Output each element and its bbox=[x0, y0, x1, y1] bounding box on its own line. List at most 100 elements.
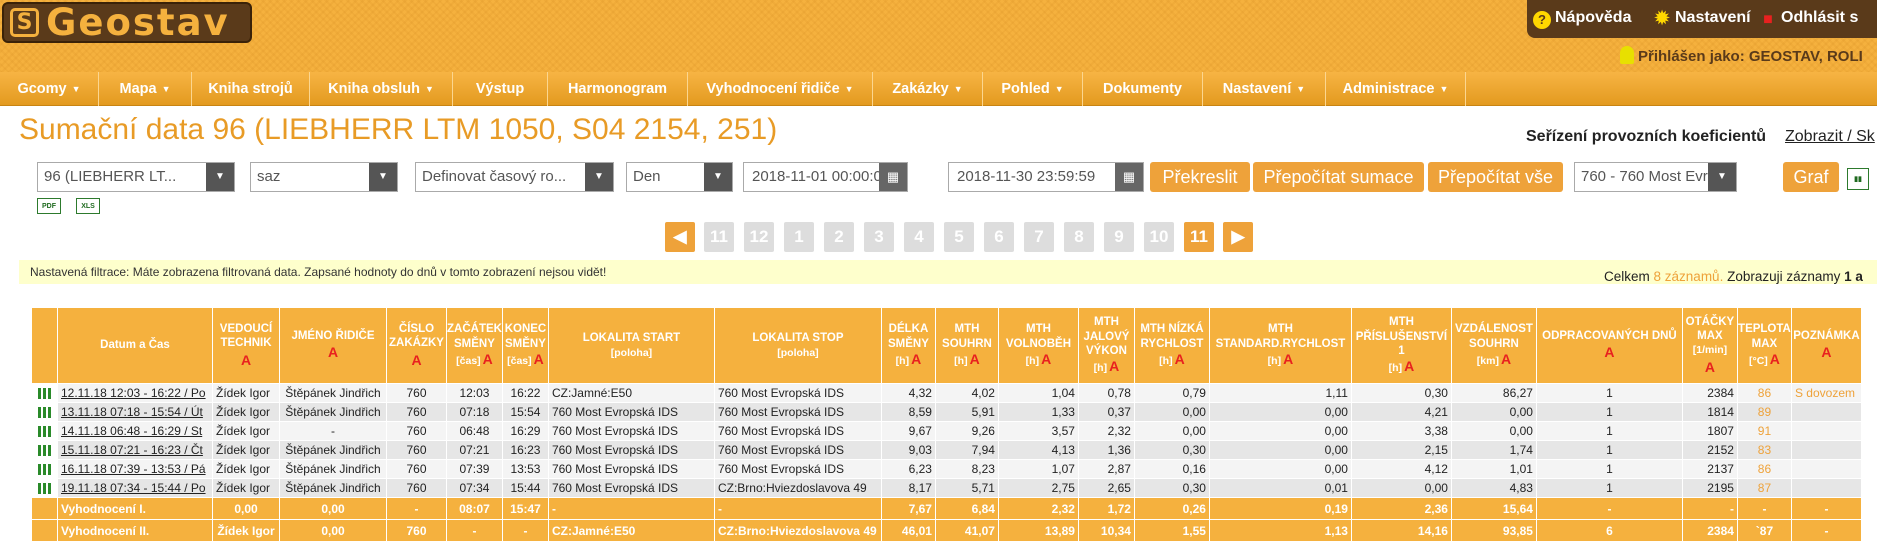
alarm-icon[interactable]: A bbox=[1501, 351, 1511, 367]
page-button[interactable]: 8 bbox=[1064, 222, 1094, 252]
row-chart-cell[interactable] bbox=[31, 421, 58, 441]
redraw-button[interactable]: Překreslit bbox=[1150, 162, 1250, 192]
row-chart-cell[interactable] bbox=[31, 440, 58, 460]
menu-item-pohled[interactable]: Pohled ▼ bbox=[983, 72, 1083, 106]
prev-page-button[interactable]: ◀ bbox=[665, 222, 695, 252]
header-cell[interactable]: OTÁČKY MAX [1/min] A bbox=[1681, 307, 1738, 384]
date-time-link[interactable]: 16.11.18 07:39 - 13:53 / Pá bbox=[57, 459, 213, 479]
page-button[interactable]: 11 bbox=[704, 222, 734, 252]
date-time-link[interactable]: 14.11.18 06:48 - 16:29 / St bbox=[57, 421, 213, 441]
bar-chart-icon[interactable] bbox=[38, 426, 51, 438]
row-chart-cell[interactable] bbox=[31, 459, 58, 479]
alarm-icon[interactable]: A bbox=[534, 351, 544, 367]
table-row[interactable]: 12.11.18 12:03 - 16:22 / Po Žídek Igor Ště… bbox=[31, 383, 1862, 403]
koeficienty-link[interactable]: Zobrazit / Sk bbox=[1785, 128, 1875, 146]
row-chart-cell[interactable] bbox=[31, 383, 58, 403]
geostav-logo[interactable]: S Geostav bbox=[2, 2, 252, 43]
alarm-icon[interactable]: A bbox=[1770, 351, 1780, 367]
alarm-icon[interactable]: A bbox=[1683, 359, 1737, 377]
alarm-icon[interactable]: A bbox=[970, 351, 980, 367]
menu-item-gcomy[interactable]: Gcomy ▼ bbox=[0, 72, 99, 106]
alarm-icon[interactable]: A bbox=[1175, 351, 1185, 367]
menu-item-nastaveni[interactable]: Nastavení ▼ bbox=[1203, 72, 1326, 106]
page-button[interactable]: 7 bbox=[1024, 222, 1054, 252]
header-cell[interactable]: VEDOUCÍ TECHNIK A bbox=[212, 307, 280, 384]
page-button[interactable]: 6 bbox=[984, 222, 1014, 252]
date-time-link[interactable]: 19.11.18 07:34 - 15:44 / Po bbox=[57, 478, 213, 498]
page-button[interactable]: 3 bbox=[864, 222, 894, 252]
header-cell[interactable]: MTH VOLNOBĚH [h] A bbox=[997, 307, 1079, 384]
alarm-icon[interactable]: A bbox=[213, 352, 279, 370]
header-cell[interactable]: DÉLKA SMĚNY [h] A bbox=[880, 307, 936, 384]
help-link[interactable]: ? Nápověda bbox=[1533, 9, 1631, 29]
logout-link[interactable]: ■ Odhlásit s bbox=[1759, 9, 1858, 29]
driver-select[interactable]: saz ▼ bbox=[250, 162, 398, 192]
table-row[interactable]: 19.11.18 07:34 - 15:44 / Po Žídek Igor Ště… bbox=[31, 478, 1862, 498]
header-cell[interactable]: ČÍSLO ZAKÁZKY A bbox=[386, 307, 447, 384]
page-button[interactable]: 2 bbox=[824, 222, 854, 252]
alarm-icon[interactable]: A bbox=[911, 351, 921, 367]
row-chart-cell[interactable] bbox=[31, 402, 58, 422]
header-cell[interactable]: VZDÁLENOST SOUHRN [km] A bbox=[1450, 307, 1537, 384]
header-cell[interactable]: LOKALITA STOP [poloha] bbox=[713, 307, 882, 384]
table-row[interactable]: 14.11.18 06:48 - 16:29 / St Žídek Igor -76… bbox=[31, 421, 1862, 441]
menu-item-zakazky[interactable]: Zakázky ▼ bbox=[873, 72, 983, 106]
header-cell[interactable]: Datum a Čas bbox=[57, 307, 213, 384]
recalc-all-button[interactable]: Přepočítat vše bbox=[1428, 162, 1563, 192]
date-from-field[interactable]: 2018-11-01 00:00:00 ▦ bbox=[743, 162, 908, 192]
pdf-export-icon[interactable]: PDF bbox=[37, 198, 61, 214]
menu-item-mapa[interactable]: Mapa ▼ bbox=[99, 72, 192, 106]
date-to-field[interactable]: 2018-11-30 23:59:59 ▦ bbox=[948, 162, 1144, 192]
page-button[interactable]: 4 bbox=[904, 222, 934, 252]
menu-item-administrace[interactable]: Administrace ▼ bbox=[1326, 72, 1466, 106]
menu-item-kniha-obsluh[interactable]: Kniha obsluh ▼ bbox=[310, 72, 453, 106]
alarm-icon[interactable]: A bbox=[280, 344, 386, 362]
header-cell[interactable]: MTH NÍZKÁ RYCHLOST [h] A bbox=[1133, 307, 1210, 384]
alarm-icon[interactable]: A bbox=[1109, 358, 1119, 374]
date-time-link[interactable]: 13.11.18 07:18 - 15:54 / Út bbox=[57, 402, 213, 422]
header-cell[interactable]: MTH JALOVÝ VÝKON [h] A bbox=[1077, 307, 1135, 384]
table-row[interactable]: 15.11.18 07:21 - 16:23 / Čt Žídek Igor Ště… bbox=[31, 440, 1862, 460]
header-cell[interactable]: POZNÁMKA A bbox=[1790, 307, 1862, 384]
header-cell[interactable]: MTH SOUHRN [h] A bbox=[934, 307, 999, 384]
page-button[interactable]: 1 bbox=[784, 222, 814, 252]
menu-item-vyhodnoceni-ridice[interactable]: Vyhodnocení řidiče ▼ bbox=[688, 72, 873, 106]
menu-item-kniha-stroju[interactable]: Kniha strojů bbox=[192, 72, 310, 106]
header-cell[interactable]: TEPLOTA MAX [°C] A bbox=[1736, 307, 1792, 384]
next-page-button[interactable]: ▶ bbox=[1223, 222, 1253, 252]
bar-chart-icon[interactable] bbox=[38, 407, 51, 419]
bar-chart-icon[interactable] bbox=[38, 483, 51, 495]
date-time-link[interactable]: 12.11.18 12:03 - 16:22 / Po bbox=[57, 383, 213, 403]
alarm-icon[interactable]: A bbox=[387, 352, 446, 370]
menu-item-harmonogram[interactable]: Harmonogram bbox=[548, 72, 688, 106]
location-select[interactable]: 760 - 760 Most Evro... ▼ bbox=[1574, 162, 1737, 192]
table-row[interactable]: 16.11.18 07:39 - 13:53 / Pá Žídek Igor Ště… bbox=[31, 459, 1862, 479]
granularity-select[interactable]: Den ▼ bbox=[626, 162, 733, 192]
recalc-sums-button[interactable]: Přepočítat sumace bbox=[1253, 162, 1424, 192]
header-cell[interactable]: LOKALITA START [poloha] bbox=[547, 307, 715, 384]
bar-chart-icon[interactable] bbox=[38, 464, 51, 476]
alarm-icon[interactable]: A bbox=[483, 351, 493, 367]
menu-item-vystup[interactable]: Výstup bbox=[453, 72, 548, 106]
header-cell[interactable]: ZAČÁTEK SMĚNY [čas] A bbox=[446, 307, 503, 384]
header-cell[interactable]: ODPRACOVANÝCH DNŮ A bbox=[1535, 307, 1683, 384]
table-row[interactable]: 13.11.18 07:18 - 15:54 / Út Žídek Igor Ště… bbox=[31, 402, 1862, 422]
page-button[interactable]: 12 bbox=[744, 222, 774, 252]
page-button-active[interactable]: 11 bbox=[1184, 222, 1214, 252]
menu-item-dokumenty[interactable]: Dokumenty bbox=[1083, 72, 1203, 106]
page-button[interactable]: 10 bbox=[1144, 222, 1174, 252]
row-chart-cell[interactable] bbox=[31, 478, 58, 498]
page-button[interactable]: 9 bbox=[1104, 222, 1134, 252]
header-cell[interactable]: MTH STANDARD.RYCHLOST [h] A bbox=[1208, 307, 1352, 384]
header-cell[interactable]: MTH PŘÍSLUŠENSTVÍ 1 [h] A bbox=[1350, 307, 1452, 384]
graph-button[interactable]: Graf bbox=[1783, 162, 1839, 192]
calendar-icon[interactable]: ▦ bbox=[879, 163, 907, 191]
chart-export-icon[interactable]: ▮▮ bbox=[1847, 168, 1869, 190]
bar-chart-icon[interactable] bbox=[38, 445, 51, 457]
alarm-icon[interactable]: A bbox=[1404, 358, 1414, 374]
bar-chart-icon[interactable] bbox=[38, 388, 51, 400]
header-cell[interactable]: KONEC SMĚNY [čas] A bbox=[501, 307, 549, 384]
alarm-icon[interactable]: A bbox=[1537, 344, 1682, 362]
alarm-icon[interactable]: A bbox=[1041, 351, 1051, 367]
calendar-icon[interactable]: ▦ bbox=[1115, 163, 1143, 191]
